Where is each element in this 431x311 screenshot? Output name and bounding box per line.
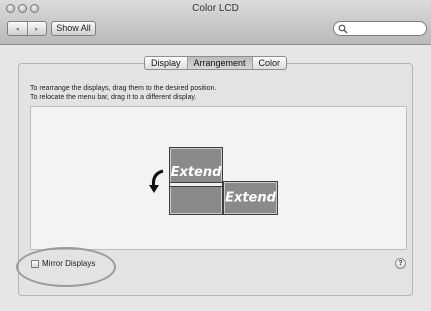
secondary-display[interactable]: Extend (223, 181, 278, 215)
secondary-display-label: Extend (225, 190, 276, 206)
mirror-displays-checkbox[interactable] (31, 259, 39, 268)
back-forward-control: ◂ ▸ (7, 21, 47, 36)
instruction-line-2: To relocate the menu bar, drag it to a d… (30, 94, 197, 101)
curved-arrow-icon (149, 169, 164, 193)
main-display[interactable]: Extend (169, 147, 223, 215)
main-display-label: Extend (170, 165, 222, 180)
right-arrow-icon: ▸ (34, 25, 39, 33)
tab-display[interactable]: Display (145, 57, 187, 69)
left-arrow-icon: ◂ (15, 25, 19, 33)
search-input[interactable] (349, 23, 421, 34)
magnifier-icon (338, 24, 348, 34)
mirror-displays-option[interactable]: Mirror Displays (31, 259, 95, 268)
mirror-displays-label: Mirror Displays (42, 259, 96, 268)
title-bar: Color LCD ◂ ▸ Show All (0, 0, 431, 45)
show-all-button[interactable]: Show All (51, 21, 96, 36)
instruction-line-1: To rearrange the displays, drag them to … (30, 85, 217, 92)
help-button[interactable]: ? (395, 258, 406, 269)
search-field[interactable] (333, 21, 427, 36)
menu-bar-strip[interactable] (170, 182, 222, 187)
display-arrangement-area: Extend Extend (30, 106, 407, 250)
window-title: Color LCD (192, 3, 239, 14)
preferences-window: Color LCD ◂ ▸ Show All Display Arrangeme… (0, 0, 431, 311)
instructions-text: To rearrange the displays, drag them to … (30, 84, 216, 102)
tab-arrangement[interactable]: Arrangement (186, 57, 252, 69)
tab-color[interactable]: Color (251, 57, 287, 69)
back-button[interactable]: ◂ (8, 22, 27, 35)
forward-button[interactable]: ▸ (26, 22, 47, 35)
tab-bar: Display Arrangement Color (144, 56, 288, 70)
